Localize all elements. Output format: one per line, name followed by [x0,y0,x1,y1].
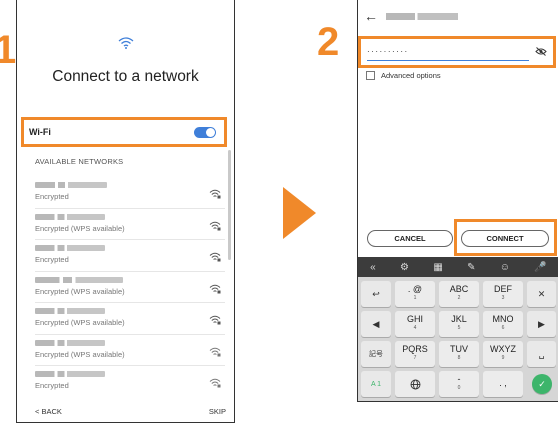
key-2[interactable]: ABC 2 [439,281,479,307]
wifi-lock-icon [209,312,221,330]
wifi-lock-icon [209,375,221,393]
network-item[interactable]: Encrypted (WPS available) [35,335,225,366]
keyboard-toolbar: « ⚙ ▦ ✎ ☺ 🎤 [358,257,558,277]
network-ssid [35,276,123,283]
network-ssid [35,245,105,251]
password-screen: ← ·········· Advanced options CANCEL CON… [357,0,558,402]
page-title: Connect to a network [52,68,199,85]
wifi-icon [17,36,234,54]
key-mode[interactable]: A 1 [361,371,391,397]
advanced-options-label: Advanced options [381,71,441,80]
network-list: Encrypted Encrypted (WPS available) Encr… [35,177,225,398]
network-ssid [35,182,107,188]
back-arrow-icon[interactable]: ← [364,8,378,24]
screen-header: ← [358,0,558,32]
network-security: Encrypted (WPS available) [35,223,125,233]
key-symbols[interactable]: 記号 [361,341,391,367]
key-right[interactable]: ▶ [527,311,556,337]
keyboard-collapse-icon[interactable]: « [370,262,376,273]
wifi-lock-icon [209,281,221,299]
key-7[interactable]: PQRS 7 [395,341,435,367]
key-5[interactable]: JKL 5 [439,311,479,337]
connect-button[interactable]: CONNECT [461,230,549,247]
gear-icon[interactable]: ⚙ [400,262,409,273]
key-space[interactable]: ␣ [527,341,556,367]
key-6[interactable]: MNO 6 [483,311,523,337]
network-security: Encrypted (WPS available) [35,286,125,296]
network-security: Encrypted [35,192,69,201]
wifi-lock-icon [209,186,221,204]
skip-button[interactable]: SKIP [209,407,226,416]
network-security: Encrypted [35,255,69,264]
network-security: Encrypted (WPS available) [35,318,125,327]
network-item[interactable]: Encrypted (WPS available) [35,272,225,303]
step-number-2: 2 [317,20,340,64]
globe-icon[interactable] [395,371,435,397]
advanced-options-checkbox[interactable] [366,71,375,80]
network-item[interactable]: Encrypted [35,366,225,398]
section-header: AVAILABLE NETWORKS [35,157,124,166]
wifi-lock-icon [209,218,221,236]
network-ssid [35,308,105,314]
key-8[interactable]: TUV 8 [439,341,479,367]
wifi-toggle[interactable] [194,126,216,138]
password-field-frame: ·········· [358,36,556,68]
key-done[interactable]: ✓ [532,374,552,394]
network-item[interactable]: Encrypted [35,240,225,272]
back-button[interactable]: < BACK [35,407,62,416]
edit-icon[interactable]: ✎ [467,262,475,273]
network-item[interactable]: Encrypted [35,177,225,209]
network-ssid [35,339,105,346]
network-list-screen: Connect to a network Wi-Fi AVAILABLE NET… [16,0,235,423]
network-security: Encrypted [35,381,69,390]
key-enter[interactable]: ↩ [361,281,391,307]
wifi-label: Wi-Fi [29,127,51,137]
scrollbar[interactable] [228,150,231,260]
network-security: Encrypted (WPS available) [35,349,125,359]
wifi-lock-icon [209,344,221,362]
keyboard: « ⚙ ▦ ✎ ☺ 🎤 ↩ ◀ 記号 A 1 . @1 ABC 2 DEF 3 GH… [358,257,558,401]
key-3[interactable]: DEF 3 [483,281,523,307]
cancel-button[interactable]: CANCEL [367,230,453,247]
key-punctuation[interactable]: . , [483,371,523,397]
key-4[interactable]: GHI 4 [395,311,435,337]
key-1[interactable]: . @1 [395,281,435,307]
network-item[interactable]: Encrypted (WPS available) [35,303,225,335]
footer-nav: < BACK SKIP [35,407,226,416]
key-backspace[interactable]: ✕ [527,281,556,307]
keyboard-layout-icon[interactable]: ▦ [433,262,442,273]
key-9[interactable]: WXYZ 9 [483,341,523,367]
next-step-arrow-icon [283,187,316,239]
hide-password-icon[interactable] [535,43,547,61]
network-item[interactable]: Encrypted (WPS available) [35,209,225,240]
network-ssid [386,12,458,20]
key-0[interactable]: -0 [439,371,479,397]
password-input[interactable]: ·········· [367,43,529,61]
key-left[interactable]: ◀ [361,311,391,337]
mic-icon[interactable]: 🎤 [534,262,546,273]
network-ssid [35,213,105,220]
wifi-toggle-row[interactable]: Wi-Fi [21,117,227,147]
step-number-1: 1 [0,28,17,72]
network-ssid [35,371,105,377]
wifi-lock-icon [209,249,221,267]
emoji-icon[interactable]: ☺ [500,262,510,273]
advanced-options-row[interactable]: Advanced options [366,71,441,80]
keyboard-keys: ↩ ◀ 記号 A 1 . @1 ABC 2 DEF 3 GHI 4 JKL 5 MNO 6… [358,278,558,401]
